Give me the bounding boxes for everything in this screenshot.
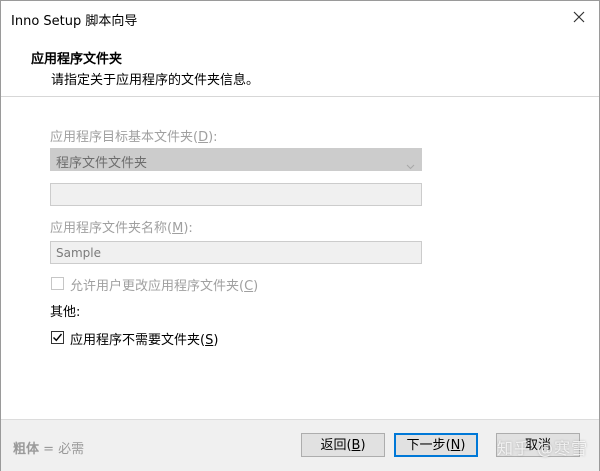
title-bar[interactable]: Inno Setup 脚本向导 [1, 1, 599, 34]
no-folder-checkbox[interactable] [51, 331, 64, 344]
wizard-window: Inno Setup 脚本向导 应用程序文件夹 请指定关于应用程序的文件夹信息。… [0, 0, 600, 471]
other-label: 其他: [50, 305, 81, 320]
allow-change-checkbox[interactable] [51, 277, 64, 290]
folder-name-input[interactable]: Sample [50, 241, 422, 264]
window-title: Inno Setup 脚本向导 [11, 14, 138, 29]
base-folder-value: 程序文件文件夹 [56, 156, 148, 171]
checkmark-icon [53, 333, 63, 342]
no-folder-label[interactable]: 应用程序不需要文件夹(S) [70, 329, 218, 348]
watermark: 知乎 @寒雪 [497, 439, 589, 458]
folder-name-label: 应用程序文件夹名称(M): [50, 221, 193, 236]
custom-folder-input[interactable] [50, 183, 422, 206]
required-note: 粗体 = 必需 [13, 442, 85, 457]
back-button[interactable]: 返回(B) [301, 433, 385, 457]
page-description: 请指定关于应用程序的文件夹信息。 [51, 73, 260, 88]
close-icon[interactable] [569, 7, 589, 27]
base-folder-select[interactable]: 程序文件文件夹 [50, 148, 422, 171]
base-folder-label: 应用程序目标基本文件夹(D): [50, 130, 218, 145]
folder-name-value: Sample [56, 246, 101, 260]
header-divider [1, 96, 599, 97]
chevron-down-icon [406, 156, 415, 170]
allow-change-label[interactable]: 允许用户更改应用程序文件夹(C) [70, 275, 258, 294]
page-title: 应用程序文件夹 [31, 52, 123, 67]
next-button[interactable]: 下一步(N) [394, 433, 478, 457]
